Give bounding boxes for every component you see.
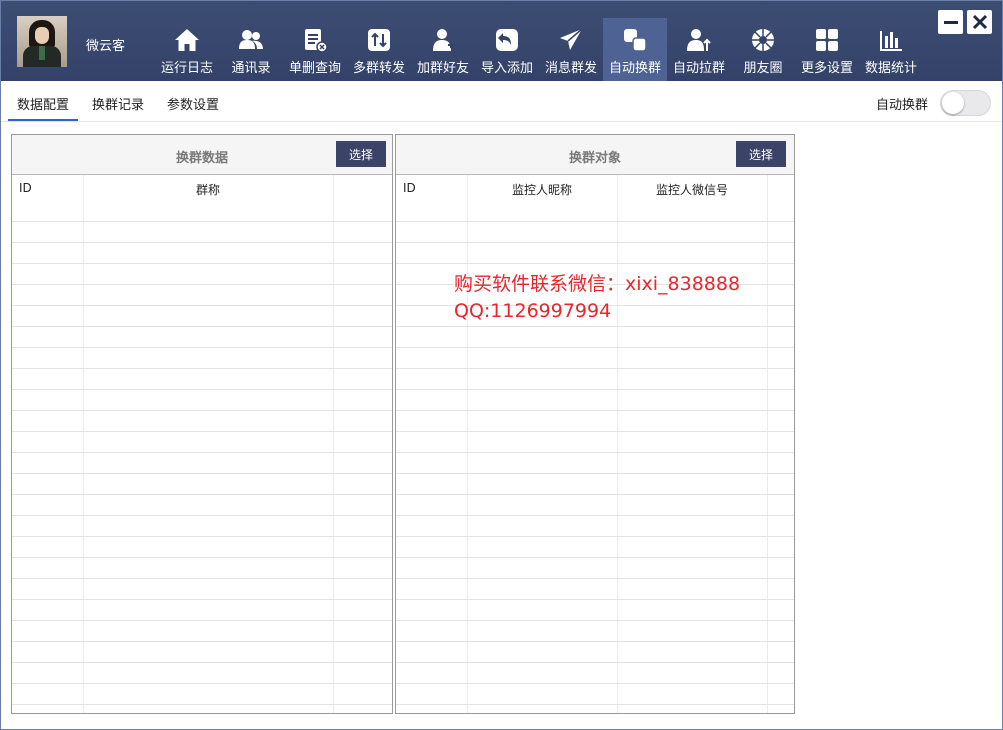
nav-label: 单删查询 — [288, 61, 341, 76]
nav-item-contacts[interactable]: 通讯录 — [219, 18, 283, 81]
nav-item-add-friend[interactable]: 加群好友 — [411, 18, 475, 81]
nav-label: 运行日志 — [160, 61, 213, 76]
nav-item-auto-switch[interactable]: 自动换群 — [603, 18, 667, 81]
table-header: ID 群称 — [12, 175, 392, 201]
tab-bar: 数据配置 换群记录 参数设置 自动换群 — [1, 81, 1002, 122]
column-header-id[interactable]: ID — [403, 181, 416, 195]
avatar[interactable] — [17, 16, 67, 67]
nav-item-auto-pull[interactable]: 自动拉群 — [667, 18, 731, 81]
header-bar: 微云客 运行日志 通讯录 单删查询 多群转发 加群好友 导入添加 消息群发 自动… — [1, 1, 1002, 81]
avatar-collar — [39, 46, 45, 60]
column-header-monitor-wechat[interactable]: 监控人微信号 — [656, 181, 728, 198]
tab-switch-records[interactable]: 换群记录 — [92, 94, 144, 113]
table-body[interactable] — [12, 201, 392, 713]
nav-item-multi-forward[interactable]: 多群转发 — [347, 18, 411, 81]
auto-switch-toggle[interactable] — [940, 90, 991, 116]
auto-switch-label: 自动换群 — [876, 98, 929, 113]
nav-label: 自动换群 — [608, 61, 661, 76]
nav-label: 多群转发 — [352, 61, 405, 76]
nav-label: 导入添加 — [480, 61, 533, 76]
table-header: ID 监控人昵称 监控人微信号 — [396, 175, 794, 201]
add-friend-icon — [430, 27, 456, 53]
select-group-button[interactable]: 选择 — [336, 141, 386, 167]
panel-header: 换群对象 选择 — [396, 135, 794, 175]
username: 微云客 — [86, 39, 126, 54]
watermark-line-qq: QQ:1126997994 — [454, 300, 612, 322]
column-header-monitor-nickname[interactable]: 监控人昵称 — [512, 181, 572, 198]
forward-icon — [366, 27, 392, 53]
import-icon — [494, 27, 520, 53]
minimize-icon — [943, 21, 958, 24]
close-button[interactable] — [967, 10, 992, 34]
nav-item-more-settings[interactable]: 更多设置 — [795, 18, 859, 81]
pull-group-icon — [686, 27, 712, 53]
nav-label: 朋友圈 — [743, 61, 783, 76]
tab-data-config[interactable]: 数据配置 — [7, 94, 79, 121]
watermark-line-wechat: 购买软件联系微信：xixi_838888 — [454, 273, 741, 295]
select-target-button[interactable]: 选择 — [736, 141, 786, 167]
app-window: 微云客 运行日志 通讯录 单删查询 多群转发 加群好友 导入添加 消息群发 自动… — [0, 0, 1003, 730]
close-icon — [972, 14, 987, 30]
nav-item-moments[interactable]: 朋友圈 — [731, 18, 795, 81]
toggle-knob — [942, 92, 964, 114]
nav-item-log[interactable]: 运行日志 — [155, 18, 219, 81]
nav-item-broadcast[interactable]: 消息群发 — [539, 18, 603, 81]
main-nav: 运行日志 通讯录 单删查询 多群转发 加群好友 导入添加 消息群发 自动换群 自… — [155, 18, 923, 81]
switch-data-panel: 换群数据 选择 ID 群称 — [11, 134, 393, 714]
grid-icon — [814, 27, 840, 53]
delete-check-icon — [302, 27, 328, 53]
home-icon — [174, 27, 200, 53]
bar-chart-icon — [878, 27, 904, 53]
nav-item-delete-check[interactable]: 单删查询 — [283, 18, 347, 81]
avatar-face — [35, 27, 49, 44]
panel-header: 换群数据 选择 — [12, 135, 392, 175]
contacts-icon — [238, 27, 264, 53]
minimize-button[interactable] — [938, 10, 963, 34]
tab-param-settings[interactable]: 参数设置 — [167, 94, 219, 113]
nav-label: 通讯录 — [231, 61, 271, 76]
column-header-id[interactable]: ID — [19, 181, 32, 195]
moments-icon — [750, 27, 776, 53]
nav-label: 更多设置 — [800, 61, 853, 76]
panel-title: 换群数据 — [176, 151, 229, 166]
nav-item-import[interactable]: 导入添加 — [475, 18, 539, 81]
column-header-group-name[interactable]: 群称 — [196, 181, 220, 198]
nav-label: 数据统计 — [864, 61, 917, 76]
panel-title: 换群对象 — [569, 151, 622, 166]
switch-target-panel: 换群对象 选择 ID 监控人昵称 监控人微信号 — [395, 134, 795, 714]
switch-group-icon — [622, 27, 648, 53]
nav-label: 自动拉群 — [672, 61, 725, 76]
nav-label: 加群好友 — [416, 61, 469, 76]
contact-watermark: 购买软件联系微信：xixi_838888 QQ:1126997994 — [454, 271, 740, 325]
nav-item-statistics[interactable]: 数据统计 — [859, 18, 923, 81]
send-icon — [558, 27, 584, 53]
nav-label: 消息群发 — [544, 61, 597, 76]
